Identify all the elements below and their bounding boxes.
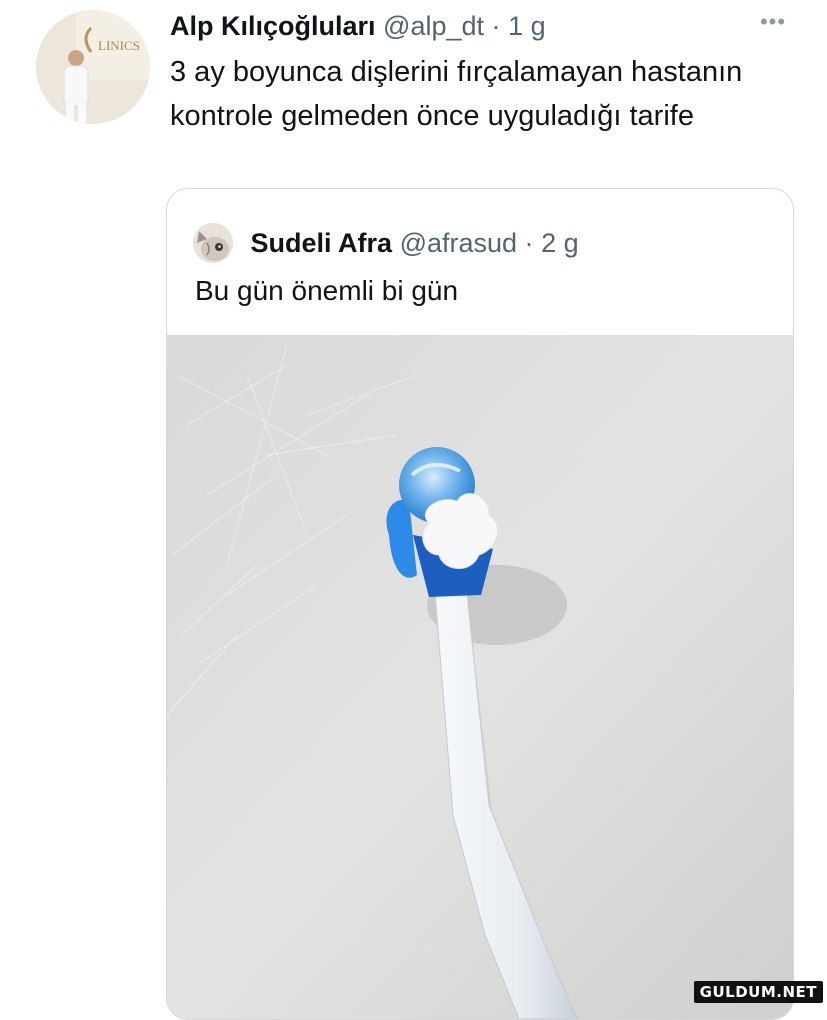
quoted-author-avatar[interactable] <box>193 222 233 263</box>
more-options-icon[interactable]: ••• <box>755 11 791 33</box>
tweet-text: 3 ay boyunca dişlerini fırçalamayan hast… <box>170 56 743 132</box>
author-avatar[interactable]: LINICS <box>36 10 150 124</box>
tweet-timestamp[interactable]: 1 g <box>508 11 546 41</box>
header-separator: · <box>491 11 501 41</box>
author-avatar-image: LINICS <box>36 10 150 124</box>
quoted-tweet-photo[interactable] <box>167 335 793 1019</box>
tweet-header: Alp Kılıçoğluları @alp_dt · 1 g <box>170 6 797 46</box>
quoted-author-handle[interactable]: @afrasud <box>400 228 517 258</box>
quoted-tweet-card[interactable]: Sudeli Afra @afrasud · 2 g Bu gün önemli… <box>166 188 794 1020</box>
author-name[interactable]: Alp Kılıçoğluları <box>170 11 376 41</box>
quoted-author-name[interactable]: Sudeli Afra <box>251 228 393 258</box>
avatar-sign-text: LINICS <box>98 38 140 53</box>
toothbrush-photo <box>167 335 793 1019</box>
quoted-header-separator: · <box>524 227 534 258</box>
quoted-tweet-header: Sudeli Afra @afrasud · 2 g <box>193 219 579 263</box>
site-watermark: GULDUM.NET <box>693 981 823 1003</box>
author-handle[interactable]: @alp_dt <box>383 11 484 41</box>
cat-avatar-image <box>193 222 233 263</box>
quoted-tweet-text: Bu gün önemli bi gün <box>195 275 459 306</box>
quoted-tweet-timestamp[interactable]: 2 g <box>541 228 579 258</box>
